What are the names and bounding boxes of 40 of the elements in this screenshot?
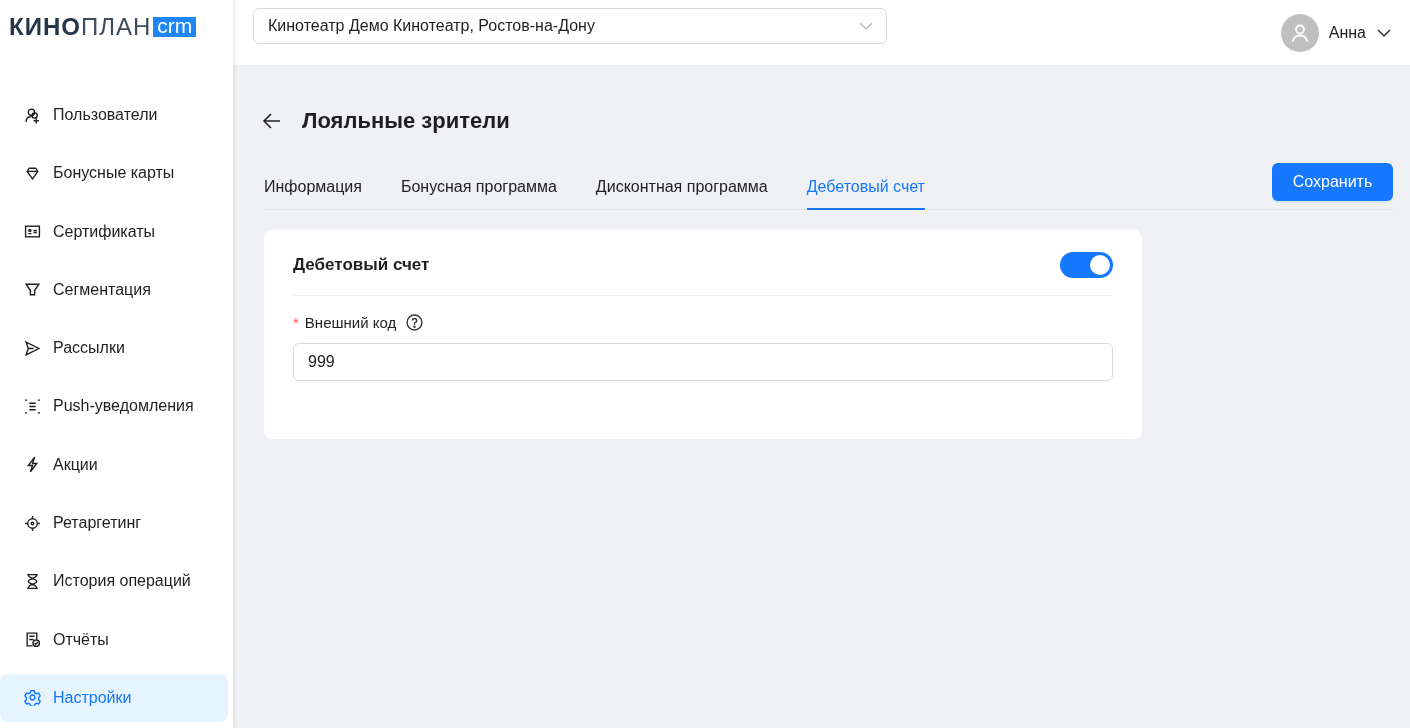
tab[interactable]: Информация [264, 178, 362, 210]
sidebar-item[interactable]: Настройки [0, 673, 228, 722]
sidebar-item[interactable]: Отчёты [0, 615, 228, 664]
logo-text: КИНО [9, 15, 81, 39]
hourglass-icon [24, 572, 41, 590]
sidebar-item[interactable]: Push-уведомления [0, 382, 228, 431]
users-icon [24, 106, 41, 124]
input-field[interactable]: 999 [293, 343, 1113, 381]
sidebar-item[interactable]: Пользователи [0, 91, 228, 139]
funnel-icon [24, 281, 41, 299]
target-icon [24, 514, 41, 532]
sidebar-item[interactable]: Бонусные карты [0, 149, 228, 198]
page-title: Лояльные зрители [302, 108, 510, 134]
card-title: Дебетовый счет [293, 255, 430, 275]
cinema-select[interactable]: Кинотеатр Демо Кинотеатр, Ростов-на-Дону [253, 8, 887, 44]
sidebar-item[interactable]: Ретаргетинг [0, 499, 228, 548]
save-button[interactable]: Сохранить [1272, 163, 1393, 201]
settings-icon [24, 689, 41, 707]
toggle-switch[interactable] [1060, 252, 1113, 278]
diamond-icon [24, 164, 41, 182]
list-icon [24, 398, 41, 415]
sidebar-item[interactable]: Акции [0, 440, 228, 489]
report-icon [24, 631, 41, 649]
sidebar-item[interactable]: Рассылки [0, 324, 228, 373]
lightning-icon [24, 456, 41, 474]
back-arrow-icon[interactable] [262, 111, 282, 131]
tab[interactable]: Дисконтная программа [595, 178, 768, 210]
required-mark: * [293, 314, 299, 331]
sidebar-item[interactable]: Сертификаты [0, 207, 228, 256]
field-label: Внешний код [304, 314, 397, 331]
tab[interactable]: Дебетовый счет [806, 178, 925, 210]
user-name[interactable]: Анна [1328, 23, 1366, 42]
sidebar-item[interactable]: История операций [0, 557, 228, 606]
tab[interactable]: Бонусная программа [400, 178, 557, 210]
help-icon[interactable] [406, 314, 424, 331]
id-card-icon [24, 223, 41, 241]
sidebar-item[interactable]: Сегментация [0, 265, 228, 314]
logo-badge: crm [153, 17, 197, 37]
logo-text: ПЛАН [80, 15, 152, 39]
send-icon [24, 339, 41, 357]
